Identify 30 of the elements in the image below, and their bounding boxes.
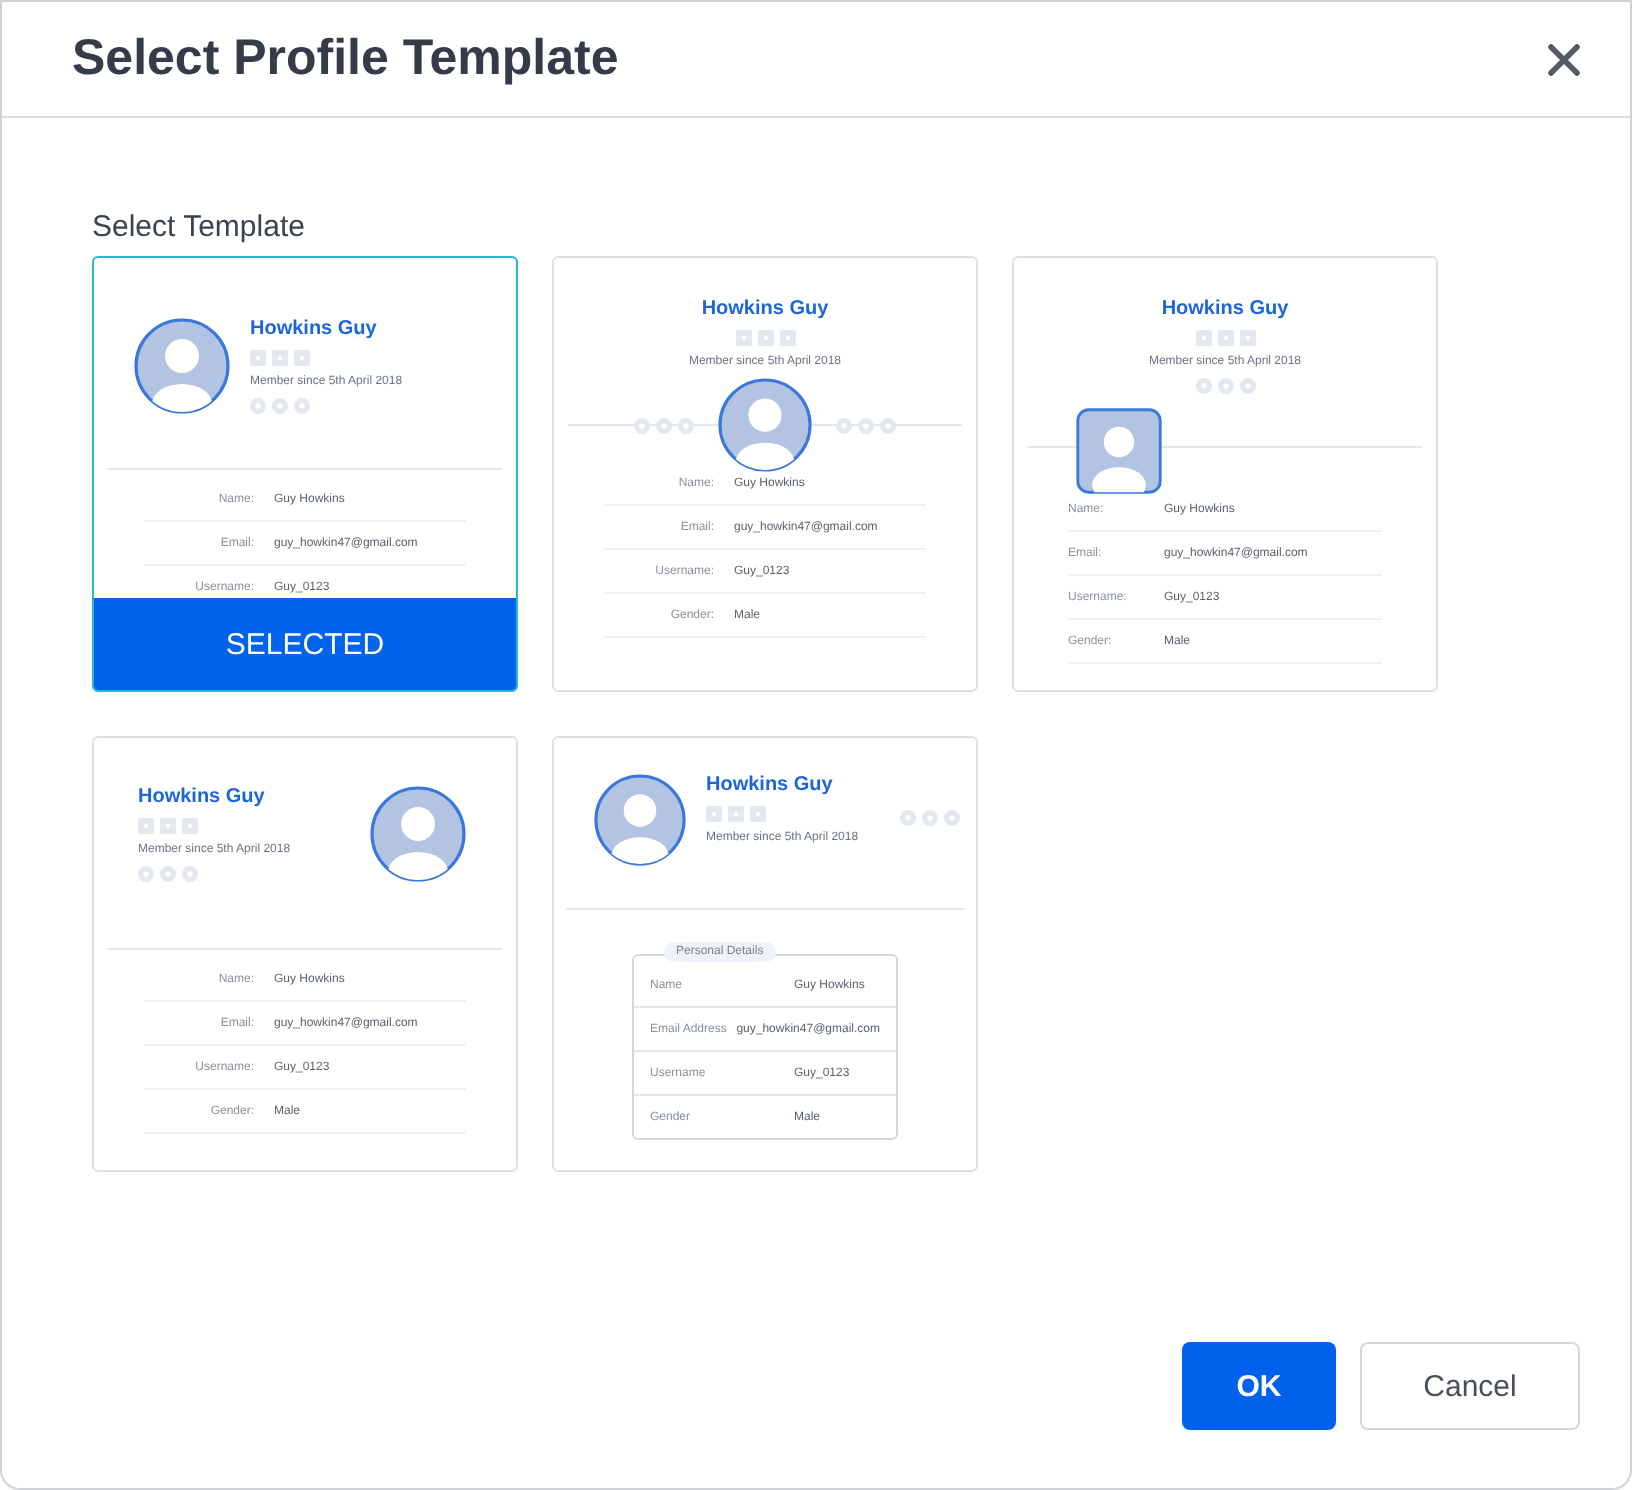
badge-icon (750, 806, 766, 822)
profile-name: Howkins Guy (250, 318, 377, 340)
badge-icon (250, 350, 266, 366)
avatar-icon (718, 378, 812, 472)
badge-icon (182, 818, 198, 834)
badge-icon (706, 806, 722, 822)
profile-name: Howkins Guy (706, 774, 833, 796)
ok-button[interactable]: OK (1182, 1342, 1336, 1430)
badge-icon (779, 330, 795, 346)
cancel-button[interactable]: Cancel (1360, 1342, 1580, 1430)
badge-icon (757, 330, 773, 346)
selected-banner: SELECTED (94, 598, 516, 690)
badge-icon (728, 806, 744, 822)
profile-name: Howkins Guy (1161, 298, 1289, 320)
badge-icon (1217, 330, 1233, 346)
avatar-icon (134, 318, 230, 414)
avatar-icon (370, 786, 466, 882)
profile-name: Howkins Guy (701, 298, 829, 320)
badge-icon (138, 818, 154, 834)
badge-icon (272, 350, 288, 366)
profile-name: Howkins Guy (138, 786, 265, 808)
dialog-title: Select Profile Template (72, 30, 619, 88)
section-label: Select Template (92, 210, 305, 244)
badge-icon (735, 330, 751, 346)
badge-icon (1239, 330, 1255, 346)
avatar-icon (1076, 408, 1162, 494)
badge-icon (160, 818, 176, 834)
avatar-icon (594, 774, 686, 866)
badge-icon (1195, 330, 1211, 346)
badge-icon (294, 350, 310, 366)
